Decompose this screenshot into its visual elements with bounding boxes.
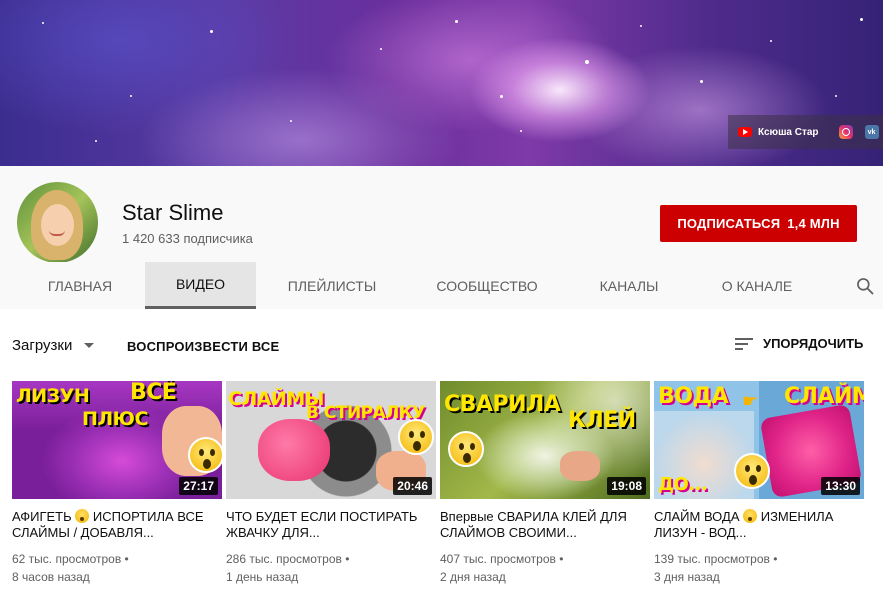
video-title[interactable]: Впервые СВАРИЛА КЛЕЙ ДЛЯ СЛАЙМОВ СВОИМИ.… [440,509,650,541]
video-meta: 139 тыс. просмотров • 3 дня назад [654,550,864,586]
view-count: 286 тыс. просмотров • [226,552,350,566]
sort-icon [735,337,753,351]
video-meta: 62 тыс. просмотров • 8 часов назад [12,550,222,586]
video-thumbnail[interactable]: СЛАЙМЫ В СТИРАЛКУ 20:46 [226,381,436,499]
video-card[interactable]: ЛИЗУН ВСЁ ПЛЮС 27:17 АФИГЕТЬ ИСПОРТИЛА В… [12,381,222,586]
video-duration: 13:30 [821,477,860,495]
channel-avatar[interactable] [17,182,98,263]
thumbnail-text: СВАРИЛА [444,392,561,417]
upload-age: 1 день назад [226,570,299,584]
shocked-emoji-icon [188,437,222,473]
uploads-dropdown[interactable]: Загрузки [12,337,95,354]
video-card[interactable]: СЛАЙМЫ В СТИРАЛКУ 20:46 ЧТО БУДЕТ ЕСЛИ П… [226,381,436,586]
thumbnail-text: КЛЕЙ [568,408,636,433]
sort-label: УПОРЯДОЧИТЬ [763,336,864,351]
thumbnail-text: ЛИЗУН [16,385,90,407]
tab-channels[interactable]: КАНАЛЫ [582,262,676,309]
thumbnail-text: СЛАЙМ [784,384,864,409]
subscribe-button[interactable]: ПОДПИСАТЬСЯ 1,4 МЛН [660,205,857,242]
social-link-label[interactable]: Ксюша Стар [758,127,819,138]
video-thumbnail[interactable]: ЛИЗУН ВСЁ ПЛЮС 27:17 [12,381,222,499]
tab-playlists[interactable]: ПЛЕЙЛИСТЫ [270,262,394,309]
video-thumbnail[interactable]: ВОДА СЛАЙМ ДО... ☛ 13:30 [654,381,864,499]
channel-tabs: ГЛАВНАЯ ВИДЕО ПЛЕЙЛИСТЫ СООБЩЕСТВО КАНАЛ… [0,262,883,309]
thumbnail-text: ВСЁ [130,381,177,405]
social-links: Ксюша Стар vk [728,115,883,149]
youtube-icon[interactable] [738,127,752,137]
view-count: 62 тыс. просмотров • [12,552,129,566]
video-meta: 286 тыс. просмотров • 1 день назад [226,550,436,586]
channel-header: Star Slime 1 420 633 подписчика ПОДПИСАТ… [0,166,883,263]
instagram-icon[interactable] [838,125,853,139]
video-title-part: СЛАЙМ ВОДА [654,509,740,524]
tab-videos[interactable]: ВИДЕО [145,262,256,309]
subscribe-label: ПОДПИСАТЬСЯ [677,216,781,231]
thumbnail-text: ДО... [658,474,708,495]
thumbnail-text: ВОДА [658,384,729,409]
view-count: 139 тыс. просмотров • [654,552,778,566]
video-duration: 20:46 [393,477,432,495]
thumbnail-text: ПЛЮС [82,408,148,430]
video-title[interactable]: ЧТО БУДЕТ ЕСЛИ ПОСТИРАТЬ ЖВАЧКУ ДЛЯ... [226,509,436,541]
play-all-button[interactable]: ВОСПРОИЗВЕСТИ ВСЕ [127,339,279,354]
shocked-emoji-icon [734,453,770,489]
vk-icon[interactable]: vk [864,125,879,139]
shocked-emoji-icon [398,419,434,455]
uploads-label: Загрузки [12,337,73,354]
video-title-part: АФИГЕТЬ [12,509,72,524]
video-meta: 407 тыс. просмотров • 2 дня назад [440,550,650,586]
channel-name: Star Slime [122,200,224,225]
scream-emoji-icon [743,509,758,523]
subscribe-count: 1,4 МЛН [787,216,840,231]
subscriber-count: 1 420 633 подписчика [122,231,253,246]
video-card[interactable]: СВАРИЛА КЛЕЙ 19:08 Впервые СВАРИЛА КЛЕЙ … [440,381,650,586]
upload-age: 2 дня назад [440,570,506,584]
video-thumbnail[interactable]: СВАРИЛА КЛЕЙ 19:08 [440,381,650,499]
shocked-emoji-icon [448,431,484,467]
tab-community[interactable]: СООБЩЕСТВО [423,262,551,309]
video-duration: 19:08 [607,477,646,495]
view-count: 407 тыс. просмотров • [440,552,564,566]
video-duration: 27:17 [179,477,218,495]
search-icon[interactable] [855,276,875,296]
scream-emoji-icon [75,509,90,523]
sort-button[interactable]: УПОРЯДОЧИТЬ [735,336,863,351]
video-title[interactable]: СЛАЙМ ВОДА ИЗМЕНИЛА ЛИЗУН - ВОД... [654,509,864,541]
tab-about[interactable]: О КАНАЛЕ [704,262,810,309]
upload-age: 8 часов назад [12,570,90,584]
upload-age: 3 дня назад [654,570,720,584]
pointing-hand-icon: ☛ [742,391,759,411]
caret-down-icon [84,343,95,348]
channel-banner: Ксюша Стар vk [0,0,883,166]
videos-section: Загрузки ВОСПРОИЗВЕСТИ ВСЕ УПОРЯДОЧИТЬ Л… [0,309,883,591]
tab-home[interactable]: ГЛАВНАЯ [30,262,130,309]
video-card[interactable]: ВОДА СЛАЙМ ДО... ☛ 13:30 СЛАЙМ ВОДА ИЗМЕ… [654,381,864,586]
video-title[interactable]: АФИГЕТЬ ИСПОРТИЛА ВСЕ СЛАЙМЫ / ДОБАВЛЯ..… [12,509,222,541]
